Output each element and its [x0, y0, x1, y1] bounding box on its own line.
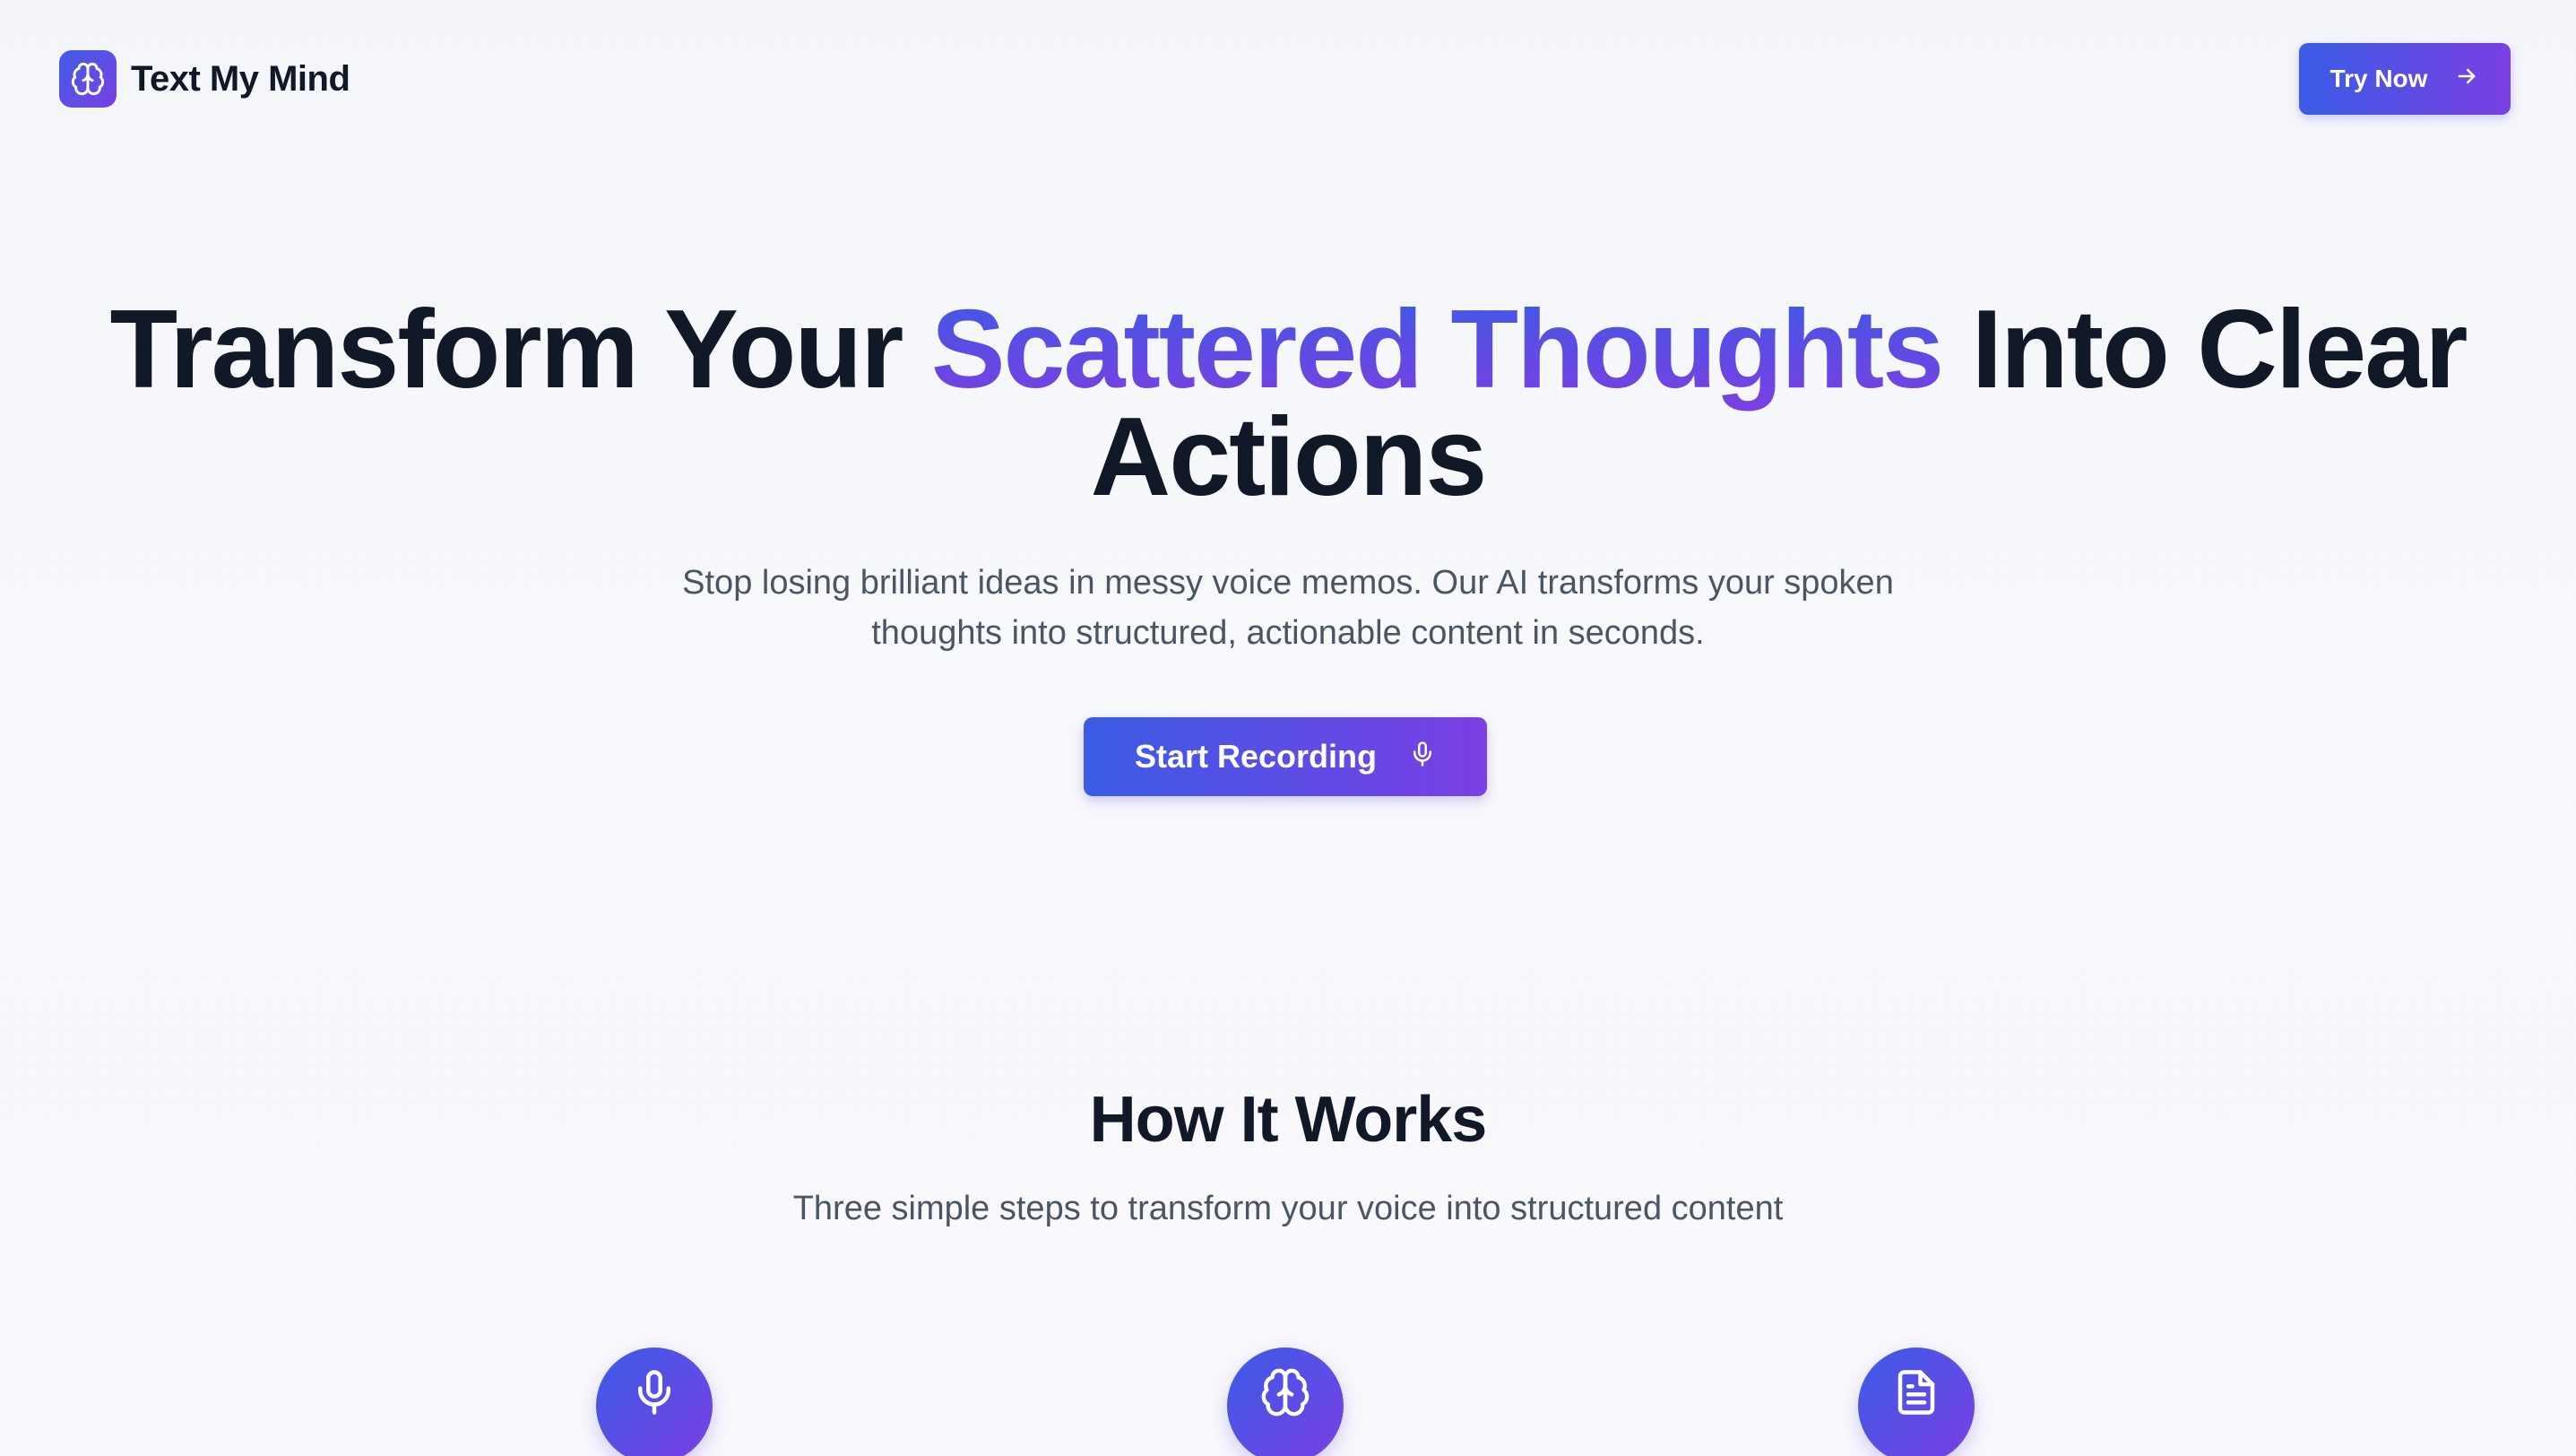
- brand-name: Text My Mind: [131, 58, 350, 99]
- brand[interactable]: Text My Mind: [59, 49, 350, 108]
- hero-title-part1: Transform Your: [109, 288, 931, 412]
- microphone-icon: [638, 1370, 670, 1415]
- step-document-badge: [1858, 1348, 1975, 1456]
- microphone-icon: [1409, 738, 1436, 776]
- start-recording-label: Start Recording: [1134, 738, 1378, 775]
- brain-icon: [59, 50, 117, 108]
- how-it-works-title: How It Works: [1089, 1084, 1488, 1156]
- hero-title: Transform Your Scattered Thoughts Into C…: [0, 294, 2576, 513]
- start-recording-button[interactable]: Start Recording: [1084, 717, 1487, 796]
- step-brain-badge: [1227, 1348, 1344, 1456]
- try-now-label: Try Now: [2330, 65, 2428, 92]
- arrow-right-icon: [2454, 64, 2479, 95]
- document-icon: [1897, 1370, 1935, 1415]
- hero-title-highlight: Scattered Thoughts: [930, 288, 1944, 412]
- site-header: Text My Mind Try Now: [0, 0, 2576, 158]
- how-it-works-subtitle: Three simple steps to transform your voi…: [792, 1190, 1784, 1227]
- brain-icon: [1261, 1368, 1310, 1417]
- step-microphone-badge: [596, 1348, 713, 1456]
- try-now-button[interactable]: Try Now: [2299, 43, 2511, 115]
- hero-subtitle: Stop losing brilliant ideas in messy voi…: [682, 564, 1894, 652]
